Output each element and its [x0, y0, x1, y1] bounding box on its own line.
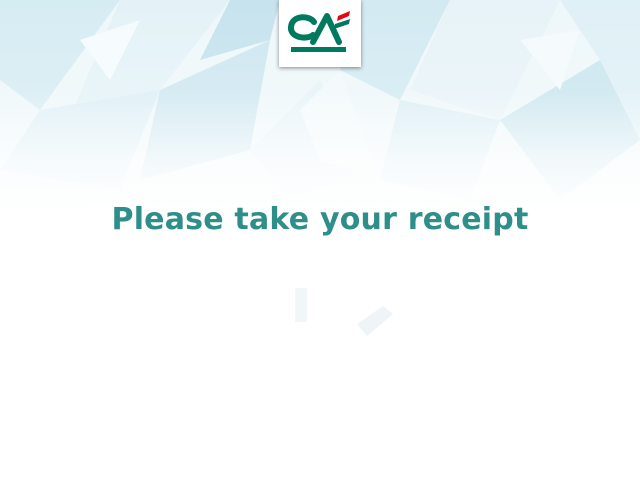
bank-logo-tile	[279, 0, 361, 67]
take-receipt-message: Please take your receipt	[111, 202, 529, 237]
faint-receipt-icon	[295, 288, 393, 336]
atm-screen: Please take your receipt	[0, 0, 640, 480]
credit-agricole-logo-icon	[288, 11, 350, 52]
